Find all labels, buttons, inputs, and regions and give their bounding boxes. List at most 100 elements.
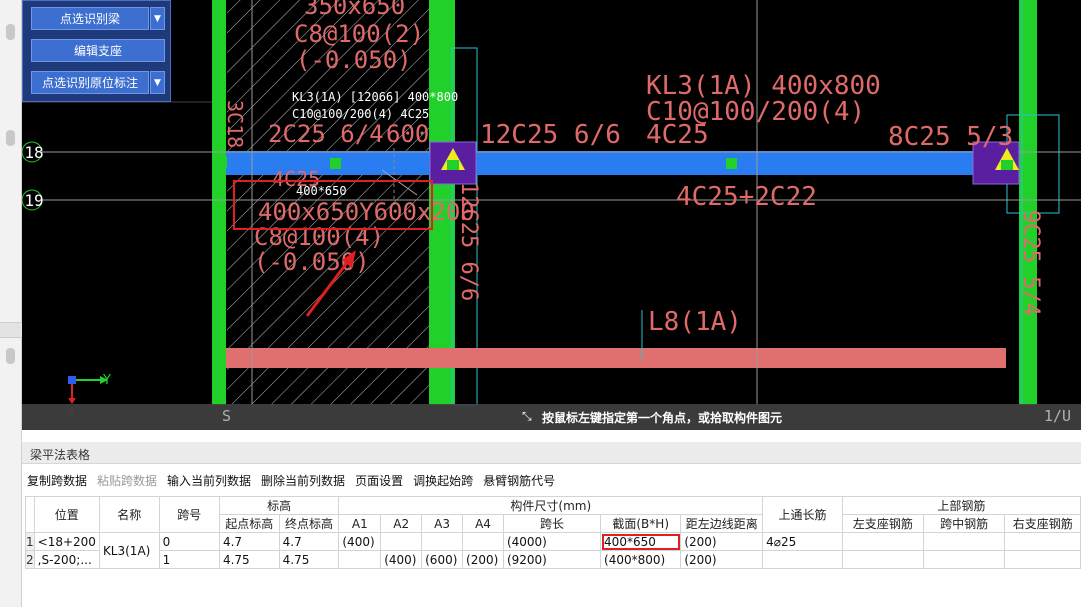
text-c8-100-2: C8@100(2) xyxy=(294,20,424,48)
cantilever-code-button[interactable]: 悬臂钢筋代号 xyxy=(478,470,560,492)
beam-table-panel: 梁平法表格 复制跨数据 粘贴跨数据 输入当前列数据 删除当前列数据 页面设置 调… xyxy=(22,430,1081,607)
cell-edge-distance[interactable]: (200) xyxy=(680,550,764,569)
header-end-elev[interactable]: 终点标高 xyxy=(278,514,340,533)
cell-top-through[interactable] xyxy=(762,550,843,569)
text-12c25-vertical: 12C25 6/6 xyxy=(456,182,481,301)
strip-divider[interactable] xyxy=(0,322,22,338)
cad-drawing: 18 19 350x650 C8@100(2) (-0.050) 3C18 KL… xyxy=(22,0,1081,421)
header-top-through[interactable]: 上通长筋 xyxy=(762,496,843,533)
crosshair-icon: ⤡ xyxy=(522,409,532,423)
cad-canvas[interactable]: 18 19 350x650 C8@100(2) (-0.050) 3C18 KL… xyxy=(22,0,1081,430)
cell-span[interactable]: 0 xyxy=(158,532,220,551)
identify-beam-button[interactable]: 点选识别梁 xyxy=(31,7,149,30)
text-3c18: 3C18 xyxy=(223,100,247,148)
table-row[interactable]: 2 ,S-200;... 1 4.75 4.75 (400) (600) (20… xyxy=(25,550,1081,569)
panel-title: 梁平法表格 xyxy=(30,448,91,462)
row-number: 1 xyxy=(25,532,35,551)
delete-column-button[interactable]: 删除当前列数据 xyxy=(256,470,350,492)
cell-section[interactable]: (400*800) xyxy=(600,550,682,569)
status-left-glyph: S xyxy=(222,407,232,425)
header-a3[interactable]: A3 xyxy=(421,514,464,533)
header-right-support[interactable]: 右支座钢筋 xyxy=(1004,514,1081,533)
column-left xyxy=(212,0,226,405)
identify-beam-dropdown-icon[interactable]: ▼ xyxy=(150,7,165,30)
cell-a3[interactable]: (600) xyxy=(421,550,464,569)
ucs-y-label: Y xyxy=(102,373,111,388)
header-top-rebar: 上部钢筋 xyxy=(841,496,1081,515)
cell-span[interactable]: 1 xyxy=(158,550,220,569)
header-edge-distance[interactable]: 距左边线距离 xyxy=(680,514,764,533)
paste-span-button[interactable]: 粘贴跨数据 xyxy=(92,470,162,492)
text-4c25-2c22: 4C25+2C22 xyxy=(676,182,817,212)
cell-left-support[interactable] xyxy=(841,532,924,551)
header-position[interactable]: 位置 xyxy=(33,496,100,533)
page-setup-button[interactable]: 页面设置 xyxy=(350,470,408,492)
text-9c25: 9C25 5/4 xyxy=(1018,210,1043,316)
identify-annotation-button[interactable]: 点选识别原位标注 xyxy=(31,71,149,94)
table-row[interactable]: 1 <18+200 KL3(1A) 0 4.7 4.7 (400) (4000)… xyxy=(25,532,1081,569)
text-8c25: 8C25 5/3 xyxy=(888,122,1013,152)
cell-right-support[interactable] xyxy=(1004,550,1081,569)
header-left-support[interactable]: 左支座钢筋 xyxy=(841,514,924,533)
header-name[interactable]: 名称 xyxy=(98,496,160,533)
cell-position[interactable]: ,S-200;... xyxy=(33,550,100,569)
cell-left-support[interactable] xyxy=(841,550,924,569)
scroll-nub-top[interactable] xyxy=(6,24,15,40)
text-12c25: 12C25 6/6 xyxy=(480,120,621,150)
input-column-button[interactable]: 输入当前列数据 xyxy=(162,470,256,492)
cell-edge-distance[interactable]: (200) xyxy=(680,532,764,551)
scroll-nub-lower[interactable] xyxy=(6,348,15,364)
header-span-length[interactable]: 跨长 xyxy=(502,514,602,533)
identify-annotation-dropdown-icon[interactable]: ▼ xyxy=(150,71,165,94)
scroll-nub-mid[interactable] xyxy=(6,130,15,146)
header-corner xyxy=(25,496,35,533)
recognition-tool-panel: 点选识别梁 ▼ 编辑支座 点选识别原位标注 ▼ xyxy=(22,0,171,102)
text-l8: L8(1A) xyxy=(648,307,742,337)
header-span-no[interactable]: 跨号 xyxy=(158,496,220,533)
cell-start-elev[interactable]: 4.7 xyxy=(218,532,280,551)
header-section[interactable]: 截面(B*H) xyxy=(600,514,682,533)
cell-section-highlighted[interactable]: 400*650 xyxy=(600,532,682,551)
cell-end-elev[interactable]: 4.75 xyxy=(278,550,340,569)
header-a4[interactable]: A4 xyxy=(462,514,504,533)
left-side-strip xyxy=(0,0,22,607)
text-elev-top: (-0.050) xyxy=(296,46,412,74)
axis-label-19: 19 xyxy=(24,191,43,210)
cell-a4[interactable] xyxy=(462,532,504,551)
header-mid-span[interactable]: 跨中钢筋 xyxy=(922,514,1006,533)
beam-kl3-blue[interactable] xyxy=(226,151,1016,175)
cell-mid-span[interactable] xyxy=(922,532,1006,551)
text-c8-100-4: C8@100(4) xyxy=(254,223,384,251)
header-elevation: 标高 xyxy=(218,496,340,515)
cell-mid-span[interactable] xyxy=(922,550,1006,569)
cell-right-support[interactable] xyxy=(1004,532,1081,551)
header-a1[interactable]: A1 xyxy=(338,514,382,533)
header-start-elev[interactable]: 起点标高 xyxy=(218,514,280,533)
cell-a2[interactable]: (400) xyxy=(380,550,423,569)
support-marker-middle[interactable] xyxy=(429,141,477,185)
row-number: 2 xyxy=(25,550,35,569)
copy-span-button[interactable]: 复制跨数据 xyxy=(22,470,92,492)
cell-end-elev[interactable]: 4.7 xyxy=(278,532,340,551)
text-350x650: 350x650 xyxy=(304,0,405,20)
status-right-glyph: 1/U xyxy=(1043,407,1071,425)
beam-plan-table: 位置 名称 跨号 标高 构件尺寸(mm) 上通长筋 上部钢筋 起点标高 终点标高… xyxy=(25,496,1081,569)
cell-position[interactable]: <18+200 xyxy=(33,532,100,551)
command-prompt-text: 按鼠标左键指定第一个角点，或拾取构件图元 xyxy=(542,411,783,425)
header-a2[interactable]: A2 xyxy=(380,514,423,533)
cell-top-through[interactable]: 4⌀25 xyxy=(762,532,843,551)
cell-start-elev[interactable]: 4.75 xyxy=(218,550,280,569)
cell-a4[interactable]: (200) xyxy=(462,550,504,569)
command-status-bar: S ⤡ 按鼠标左键指定第一个角点，或拾取构件图元 1/U xyxy=(22,404,1081,430)
cell-a1[interactable] xyxy=(338,550,382,569)
cell-a2[interactable] xyxy=(380,532,423,551)
cell-a3[interactable] xyxy=(421,532,464,551)
cell-span-length[interactable]: (4000) xyxy=(502,532,602,551)
cell-a1[interactable]: (400) xyxy=(338,532,382,551)
edit-support-button[interactable]: 编辑支座 xyxy=(31,39,165,62)
text-400x650-section: 400x650Y600x200 xyxy=(258,198,475,226)
cell-name[interactable]: KL3(1A) xyxy=(98,532,160,569)
swap-start-span-button[interactable]: 调换起始跨 xyxy=(408,470,478,492)
cell-span-length[interactable]: (9200) xyxy=(502,550,602,569)
beam-l8-red[interactable] xyxy=(226,348,1006,368)
